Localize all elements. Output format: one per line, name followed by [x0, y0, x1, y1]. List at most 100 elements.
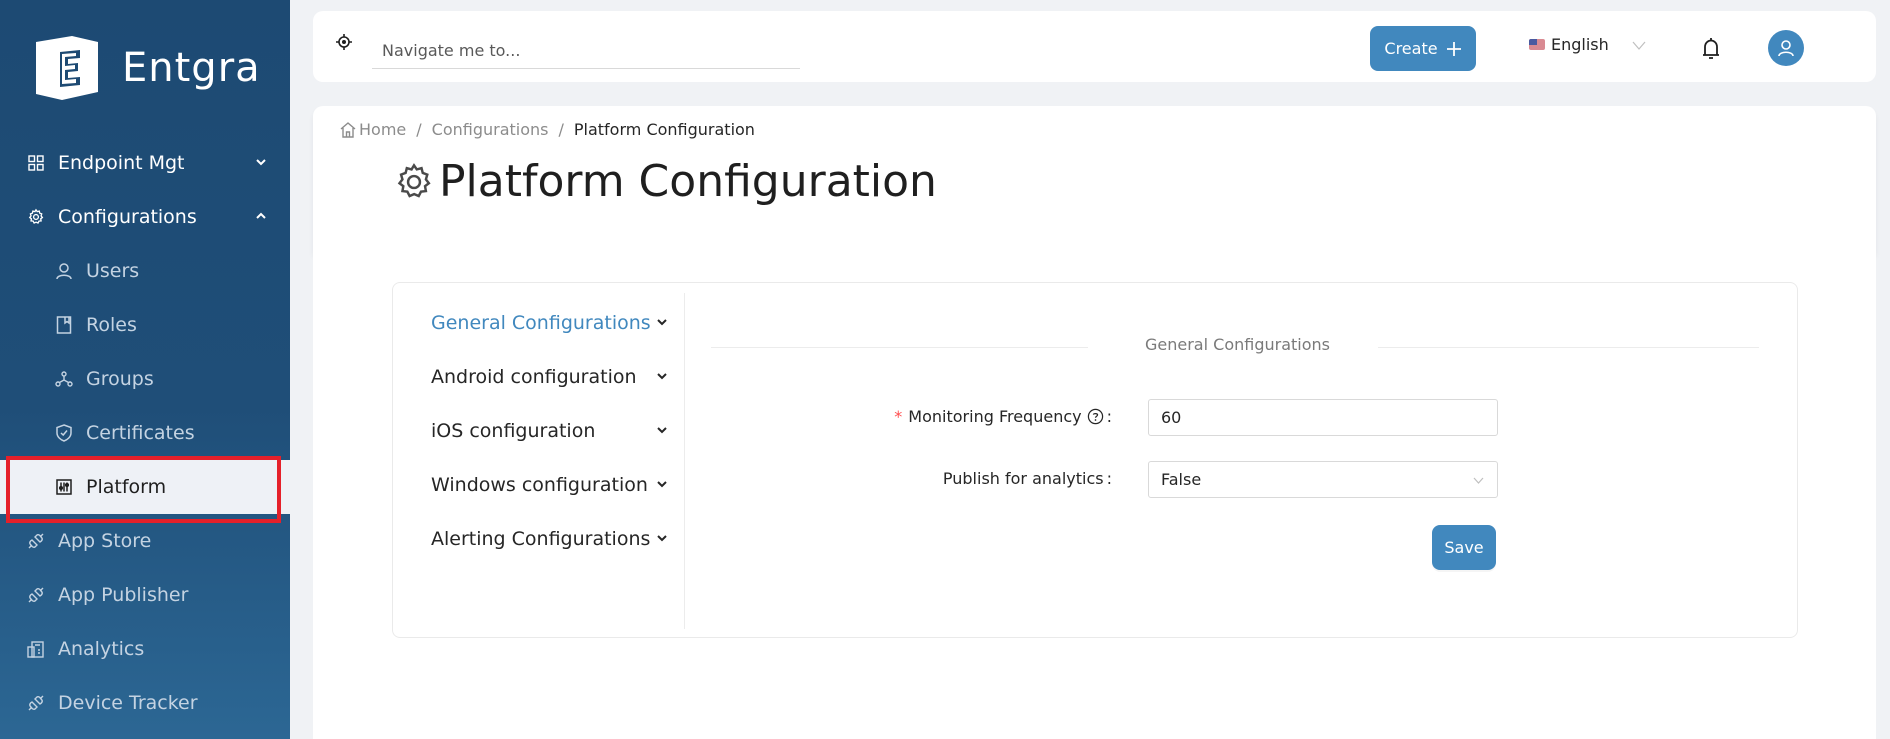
config-menu: General Configurations Android configura… — [393, 293, 685, 629]
sidebar-item-app-store[interactable]: App Store — [0, 514, 290, 568]
target-icon — [336, 34, 352, 50]
section-divider: General Configurations — [711, 335, 1764, 359]
label-colon: : — [1106, 469, 1112, 488]
sidebar-item-label: Groups — [86, 368, 154, 390]
label-colon: : — [1106, 407, 1112, 426]
chevron-down-icon — [657, 481, 667, 488]
section-title: General Configurations — [1145, 335, 1330, 354]
config-menu-label: Android configuration — [431, 366, 637, 388]
page-header: Home / Configurations / Platform Configu… — [313, 106, 1876, 253]
create-button[interactable]: Create — [1370, 26, 1476, 71]
sidebar-item-endpoint-mgt[interactable]: Endpoint Mgt — [0, 136, 290, 190]
home-icon — [340, 121, 356, 138]
sidebar-item-app-publisher[interactable]: App Publisher — [0, 568, 290, 622]
plug-icon — [26, 585, 46, 605]
question-circle-icon[interactable] — [1087, 408, 1104, 425]
sidebar: Entgra Endpoint Mgt Configurations Users… — [0, 0, 290, 739]
publish-analytics-value: False — [1161, 470, 1202, 489]
config-menu-label: iOS configuration — [431, 420, 596, 442]
monitoring-frequency-input[interactable] — [1148, 399, 1498, 436]
sidebar-item-label: App Publisher — [58, 584, 189, 606]
shield-check-icon — [54, 423, 74, 443]
chevron-up-icon — [256, 212, 266, 219]
plug-icon — [26, 531, 46, 551]
sidebar-item-groups[interactable]: Groups — [0, 352, 290, 406]
breadcrumb-separator: / — [558, 120, 564, 139]
publish-analytics-label: Publish for analytics : — [943, 469, 1112, 488]
config-menu-ios[interactable]: iOS configuration — [431, 411, 671, 451]
sidebar-item-device-tracker[interactable]: Device Tracker — [0, 676, 290, 730]
plug-icon — [26, 693, 46, 713]
top-bar: Create English — [313, 11, 1876, 82]
navigate-search — [335, 33, 800, 69]
bell-icon[interactable] — [1700, 36, 1722, 62]
breadcrumb-separator: / — [416, 120, 422, 139]
sidebar-item-analytics[interactable]: Analytics — [0, 622, 290, 676]
sidebar-item-label: Users — [86, 260, 140, 282]
chevron-down-icon — [657, 427, 667, 434]
sidebar-item-label: Analytics — [58, 638, 145, 660]
publish-analytics-label-text: Publish for analytics — [942, 469, 1104, 488]
sidebar-item-certificates[interactable]: Certificates — [0, 406, 290, 460]
breadcrumb-home[interactable]: Home — [359, 120, 406, 139]
chevron-down-icon — [657, 319, 667, 326]
gear-icon — [26, 207, 46, 227]
sidebar-item-label: Device Tracker — [58, 692, 198, 714]
page-title-text: Platform Configuration — [439, 156, 937, 207]
chevron-down-icon — [1632, 41, 1646, 50]
sliders-icon — [54, 477, 74, 497]
navigate-input[interactable] — [372, 33, 800, 69]
sidebar-item-label: Platform — [86, 476, 167, 498]
required-asterisk: * — [894, 407, 903, 426]
sidebar-item-users[interactable]: Users — [0, 244, 290, 298]
configuration-card: General Configurations Android configura… — [392, 282, 1798, 638]
chevron-down-icon — [657, 373, 667, 380]
us-flag-icon — [1529, 39, 1545, 50]
entgra-logo[interactable]: Entgra — [32, 34, 261, 102]
chevron-down-icon — [256, 159, 266, 166]
book-icon — [54, 315, 74, 335]
save-button[interactable]: Save — [1432, 525, 1496, 570]
user-avatar[interactable] — [1768, 30, 1804, 66]
config-menu-label: General Configurations — [431, 312, 651, 334]
config-menu-alerting[interactable]: Alerting Configurations — [431, 519, 671, 559]
gear-icon — [397, 162, 431, 198]
brand-name: Entgra — [122, 45, 261, 91]
sidebar-item-label: Endpoint Mgt — [58, 152, 185, 174]
config-menu-android[interactable]: Android configuration — [431, 357, 671, 397]
cluster-icon — [54, 369, 74, 389]
plus-icon — [1446, 41, 1461, 56]
breadcrumb-configurations[interactable]: Configurations — [432, 120, 549, 139]
sidebar-item-label: Certificates — [86, 422, 195, 444]
chevron-down-icon — [657, 535, 667, 542]
grid-icon — [26, 153, 46, 173]
sidebar-item-label: App Store — [58, 530, 152, 552]
config-menu-general[interactable]: General Configurations — [431, 303, 671, 343]
sidebar-item-label: Roles — [86, 314, 137, 336]
chevron-down-icon — [1473, 477, 1484, 484]
sidebar-item-configurations[interactable]: Configurations — [0, 190, 290, 244]
user-icon — [54, 261, 74, 281]
config-menu-windows[interactable]: Windows configuration — [431, 465, 671, 505]
monitoring-frequency-label: * Monitoring Frequency : — [894, 407, 1112, 426]
config-menu-label: Windows configuration — [431, 474, 648, 496]
config-menu-label: Alerting Configurations — [431, 528, 651, 550]
user-icon — [1778, 40, 1794, 57]
breadcrumb-current: Platform Configuration — [573, 120, 755, 139]
divider-line — [1378, 347, 1759, 348]
publish-analytics-select[interactable]: False — [1148, 461, 1498, 498]
entgra-logo-icon — [36, 36, 98, 100]
sidebar-item-label: Configurations — [58, 206, 197, 228]
main-content: General Configurations Android configura… — [313, 253, 1876, 739]
language-selector[interactable]: English — [1529, 35, 1647, 54]
breadcrumb: Home / Configurations / Platform Configu… — [339, 120, 755, 139]
monitoring-frequency-row: * Monitoring Frequency : — [711, 399, 1764, 437]
page-title: Platform Configuration — [393, 156, 937, 207]
sidebar-item-roles[interactable]: Roles — [0, 298, 290, 352]
reconciliation-icon — [26, 639, 46, 659]
monitoring-frequency-label-text: Monitoring Frequency — [908, 407, 1082, 426]
language-label: English — [1551, 35, 1609, 54]
publish-analytics-row: Publish for analytics : False — [711, 461, 1764, 499]
create-label: Create — [1384, 39, 1438, 58]
sidebar-item-platform[interactable]: Platform — [0, 460, 290, 514]
